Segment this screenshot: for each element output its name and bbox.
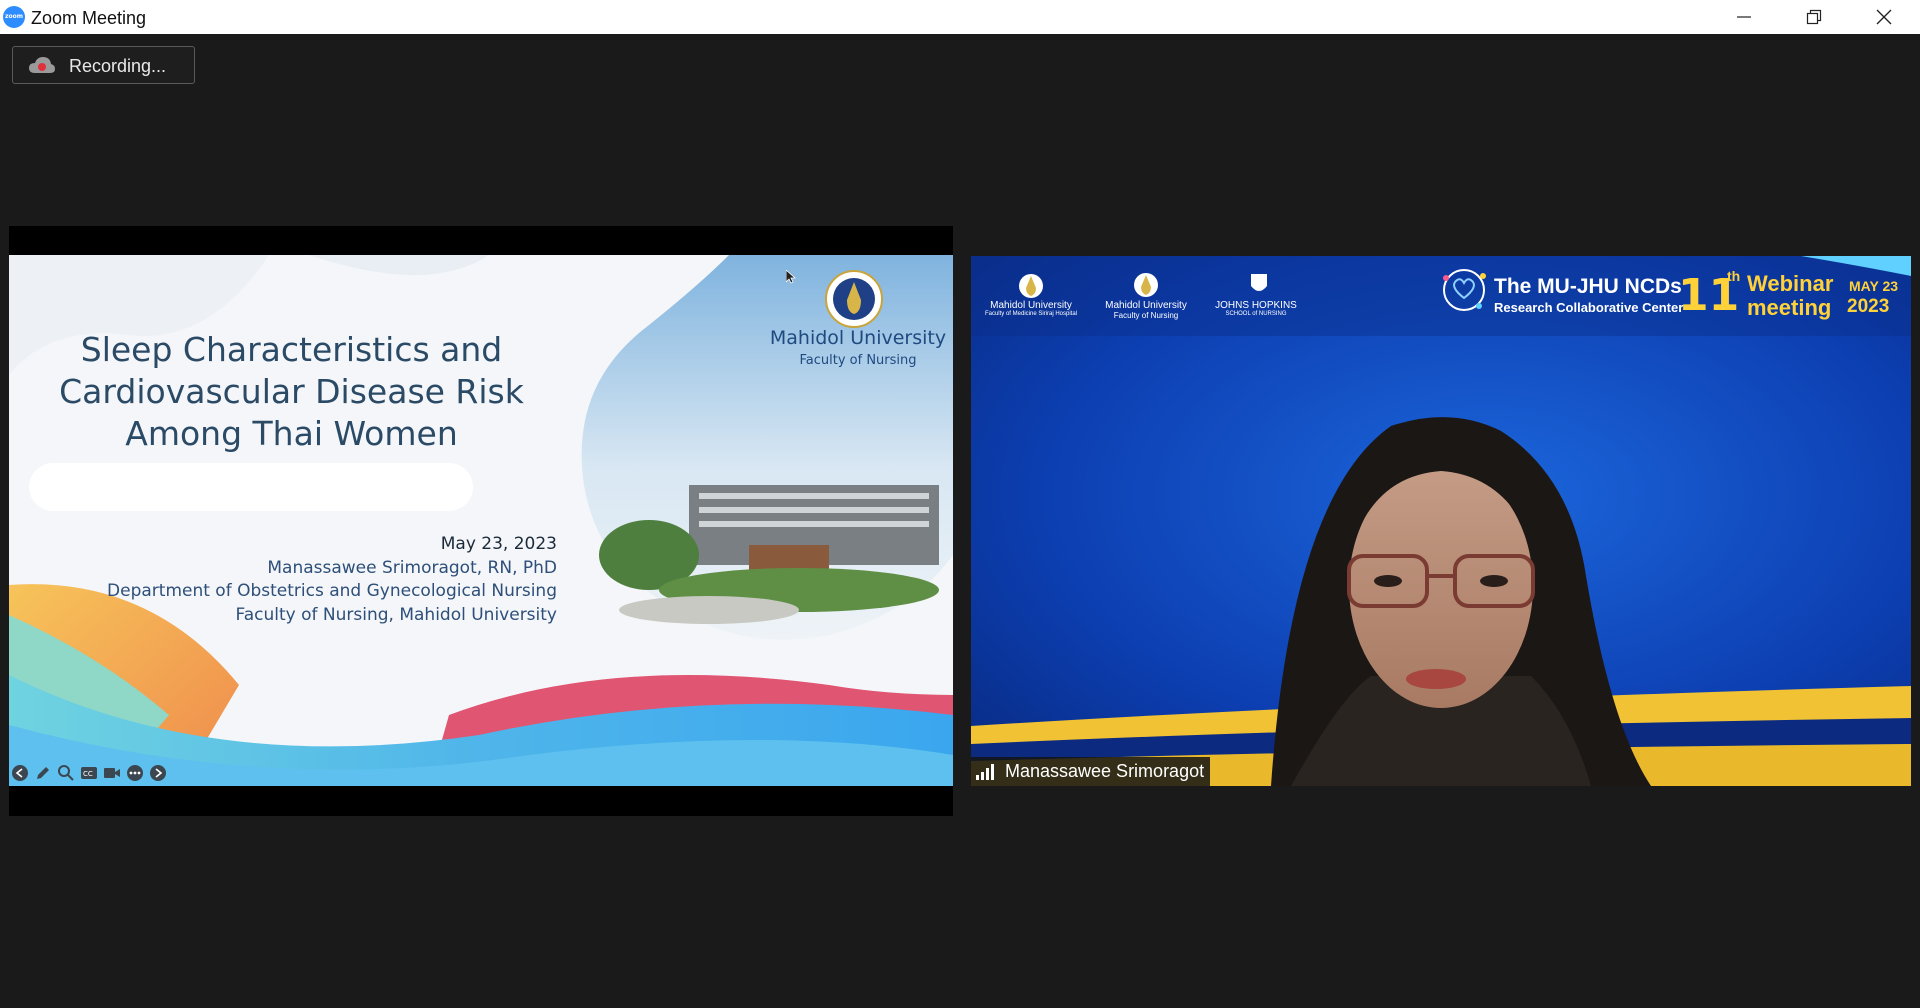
slide-presenter-info: May 23, 2023 Manassawee Srimoragot, RN, … xyxy=(69,533,557,627)
restore-icon xyxy=(1806,9,1822,25)
logo-line: Mahidol University xyxy=(990,300,1072,311)
video-icon[interactable] xyxy=(103,764,121,782)
zoom-app-icon: zoom xyxy=(3,6,25,28)
shared-slide[interactable]: Sleep Characteristics and Cardiovascular… xyxy=(9,255,953,786)
captions-icon[interactable]: CC xyxy=(80,764,98,782)
banner-event-line: meeting xyxy=(1747,295,1832,320)
svg-text:CC: CC xyxy=(83,770,93,778)
university-name: Mahidol University xyxy=(769,327,947,349)
virtual-background xyxy=(971,256,1911,786)
slide-show-controls: CC xyxy=(9,764,167,782)
close-button[interactable] xyxy=(1849,0,1919,34)
back-icon[interactable] xyxy=(11,764,29,782)
logo-line: JOHNS HOPKINS xyxy=(1215,300,1297,311)
cloud-record-icon xyxy=(29,57,55,73)
mahidol-seal-icon xyxy=(825,270,883,328)
participant-name-tag: Manassawee Srimoragot xyxy=(971,757,1211,786)
window-title: Zoom Meeting xyxy=(31,8,147,28)
mouse-cursor-icon xyxy=(786,270,796,284)
banner-subtitle: Research Collaborative Center xyxy=(1494,300,1684,315)
slide-title-line: Cardiovascular Disease Risk xyxy=(59,372,524,411)
slide-presenter: Manassawee Srimoragot, RN, PhD xyxy=(267,557,557,578)
logo-line: Faculty of Nursing xyxy=(1113,311,1179,320)
pen-icon[interactable] xyxy=(34,764,52,782)
banner-year: 2023 xyxy=(1847,296,1890,317)
slide-title-line: Sleep Characteristics and xyxy=(80,330,503,369)
participant-video-tile[interactable]: Mahidol University Faculty of Medicine S… xyxy=(971,256,1911,786)
logo-line: SCHOOL of NURSING xyxy=(1225,311,1287,317)
minimize-button[interactable] xyxy=(1709,0,1779,34)
participant-name: Manassawee Srimoragot xyxy=(1005,761,1205,781)
banner-logo-nursing: Mahidol University Faculty of Nursing xyxy=(1096,300,1196,320)
slide-placeholder-box xyxy=(29,463,473,511)
recording-label: Recording... xyxy=(69,56,167,76)
slide-faculty: Faculty of Nursing, Mahidol University xyxy=(235,604,558,625)
more-icon[interactable] xyxy=(126,764,144,782)
banner-title: The MU-JHU NCDs xyxy=(1494,275,1682,298)
logo-line: Mahidol University xyxy=(1105,300,1187,311)
university-faculty: Faculty of Nursing xyxy=(799,353,917,368)
banner-event: Webinar meeting xyxy=(1747,272,1833,320)
close-icon xyxy=(1876,9,1892,25)
slide-title: Sleep Characteristics and Cardiovascular… xyxy=(39,329,544,455)
logo-line: Faculty of Medicine Siriraj Hospital xyxy=(984,311,1078,317)
zoom-icon[interactable] xyxy=(57,764,75,782)
banner-event-line: Webinar xyxy=(1747,271,1834,296)
banner-logo-siriraj: Mahidol University Faculty of Medicine S… xyxy=(976,300,1086,317)
restore-button[interactable] xyxy=(1779,0,1849,34)
slide-date: May 23, 2023 xyxy=(440,534,557,554)
slide-department: Department of Obstetrics and Gynecologic… xyxy=(107,581,557,601)
slide-title-line: Among Thai Women xyxy=(125,414,458,453)
banner-date: MAY 23 xyxy=(1849,278,1899,294)
recording-indicator[interactable]: Recording... xyxy=(12,46,195,84)
signal-strength-icon xyxy=(976,763,994,780)
banner-edition-suffix: th xyxy=(1727,268,1741,284)
forward-icon[interactable] xyxy=(149,764,167,782)
minimize-icon xyxy=(1737,16,1751,18)
title-bar: zoom Zoom Meeting xyxy=(0,0,1920,34)
banner-logo-johns-hopkins: JOHNS HOPKINS SCHOOL of NURSING xyxy=(1209,300,1303,317)
